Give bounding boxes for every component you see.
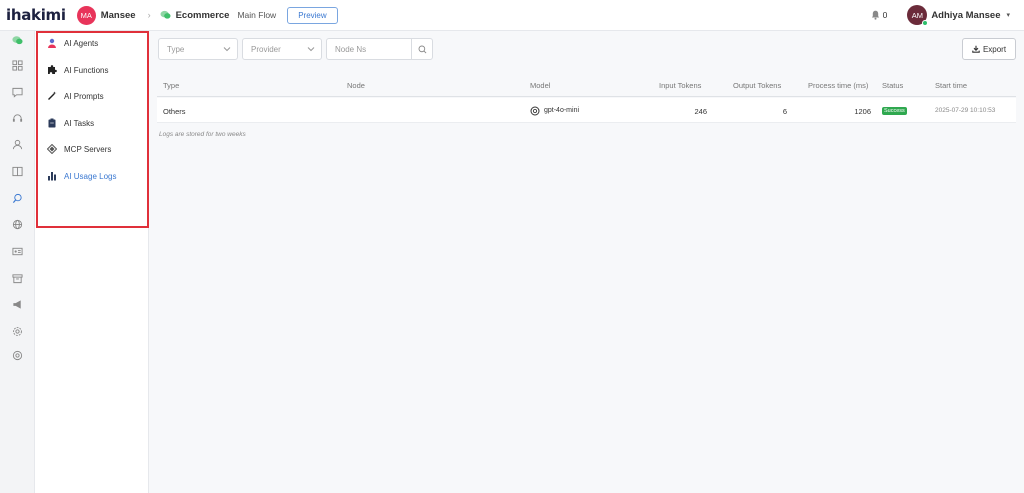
cell-type: Others	[163, 107, 186, 116]
column-header-start-time[interactable]: Start time	[935, 81, 967, 90]
subnav-item-mcp-servers[interactable]: MCP Servers	[47, 142, 111, 156]
download-icon	[972, 45, 980, 53]
subnav-item-ai-tasks[interactable]: AI Tasks	[47, 116, 94, 130]
server-icon	[47, 144, 57, 154]
type-filter-select[interactable]: Type	[158, 38, 238, 60]
node-search-placeholder: Node Ns	[335, 44, 367, 54]
id-card-icon[interactable]	[12, 246, 23, 257]
column-header-model[interactable]: Model	[530, 81, 550, 90]
user-avatar[interactable]: AM	[907, 5, 929, 26]
headset-icon[interactable]	[12, 113, 23, 124]
user-initials: AM	[911, 10, 923, 20]
notification-count: 0	[882, 10, 888, 20]
bell-icon	[871, 10, 879, 20]
subnav-item-ai-prompts[interactable]: AI Prompts	[47, 89, 104, 103]
cell-start-time: 2025-07-29 10:10:53	[935, 107, 996, 114]
agent-icon	[48, 38, 56, 48]
column-header-type[interactable]: Type	[163, 81, 179, 90]
icon-rail	[0, 31, 35, 493]
subnav-item-label: AI Prompts	[64, 91, 104, 101]
export-button[interactable]: Export	[962, 38, 1016, 60]
subnav-item-label: AI Usage Logs	[64, 171, 117, 181]
user-name[interactable]: Adhiya Mansee	[931, 10, 1000, 21]
column-header-node[interactable]: Node	[347, 81, 365, 90]
project-name[interactable]: Ecommerce	[176, 10, 230, 21]
provider-filter-placeholder: Provider	[251, 44, 281, 54]
main-content: Type Provider Node Ns Export Type Node M…	[150, 31, 1024, 493]
dashboard-grid-icon[interactable]	[12, 60, 23, 71]
help-icon[interactable]	[12, 350, 23, 361]
brand-logo-text: ihakimi	[6, 6, 66, 24]
top-bar: ihakimi MA Mansee › Ecommerce Main Flow …	[0, 0, 1024, 31]
caret-down-icon[interactable]: ▾	[1006, 11, 1010, 19]
chat-bubbles-icon	[160, 10, 171, 19]
cell-input-tokens: 246	[694, 107, 707, 116]
bar-chart-icon	[48, 172, 56, 181]
column-header-process-time[interactable]: Process time (ms)	[808, 81, 868, 90]
subnav-item-ai-functions[interactable]: AI Functions	[47, 63, 108, 77]
provider-filter-select[interactable]: Provider	[242, 38, 322, 60]
table-row[interactable]: Others gpt-4o-mini 246 6 1206 Success 20…	[157, 98, 1016, 123]
ai-brain-icon[interactable]	[12, 193, 23, 204]
node-search-input[interactable]: Node Ns	[326, 38, 412, 60]
archive-icon[interactable]	[12, 273, 23, 284]
column-header-output-tokens[interactable]: Output Tokens	[733, 81, 781, 90]
cell-output-tokens: 6	[782, 107, 787, 116]
chat-bubbles-icon[interactable]	[12, 35, 23, 46]
search-button[interactable]	[411, 38, 433, 60]
subnav-item-label: AI Tasks	[64, 118, 95, 128]
chevron-right-icon: ›	[147, 10, 151, 20]
chevron-down-icon	[307, 47, 315, 52]
subnav-item-label: AI Functions	[64, 65, 109, 75]
table-header: Type Node Model Input Tokens Output Toke…	[157, 73, 1016, 97]
column-header-status[interactable]: Status	[882, 81, 903, 90]
subnav-item-label: AI Agents	[64, 38, 99, 48]
preview-button[interactable]: Preview	[287, 6, 338, 24]
notifications-button[interactable]: 0	[871, 10, 888, 20]
subnav-item-ai-agents[interactable]: AI Agents	[47, 36, 98, 50]
type-filter-placeholder: Type	[167, 44, 185, 54]
settings-icon[interactable]	[12, 326, 23, 337]
ai-sub-navigation: AI Agents AI Functions AI Prompts AI Tas…	[35, 31, 149, 493]
cell-model: gpt-4o-mini	[544, 107, 580, 114]
status-badge: Success	[882, 107, 907, 115]
subnav-item-label: MCP Servers	[64, 144, 112, 154]
cell-process-time: 1206	[854, 107, 871, 116]
retention-note: Logs are stored for two weeks	[159, 131, 246, 138]
globe-icon[interactable]	[12, 219, 23, 230]
megaphone-icon[interactable]	[12, 299, 23, 310]
message-icon[interactable]	[12, 87, 23, 98]
openai-logo-icon	[530, 106, 540, 116]
magic-wand-icon	[48, 91, 57, 100]
export-label: Export	[982, 44, 1007, 54]
chevron-down-icon	[223, 47, 231, 52]
user-icon[interactable]	[12, 139, 23, 150]
puzzle-icon	[48, 65, 57, 74]
column-header-input-tokens[interactable]: Input Tokens	[659, 81, 701, 90]
clipboard-icon	[48, 118, 56, 128]
brand-logo[interactable]: ihakimi	[6, 6, 66, 24]
subnav-item-ai-usage-logs[interactable]: AI Usage Logs	[47, 169, 116, 183]
online-status-dot	[922, 20, 929, 26]
workspace-avatar[interactable]: MA	[76, 5, 96, 25]
search-icon	[418, 45, 426, 53]
workspace-name[interactable]: Mansee	[101, 10, 136, 21]
book-icon[interactable]	[12, 166, 23, 177]
flow-name[interactable]: Main Flow	[237, 10, 276, 20]
